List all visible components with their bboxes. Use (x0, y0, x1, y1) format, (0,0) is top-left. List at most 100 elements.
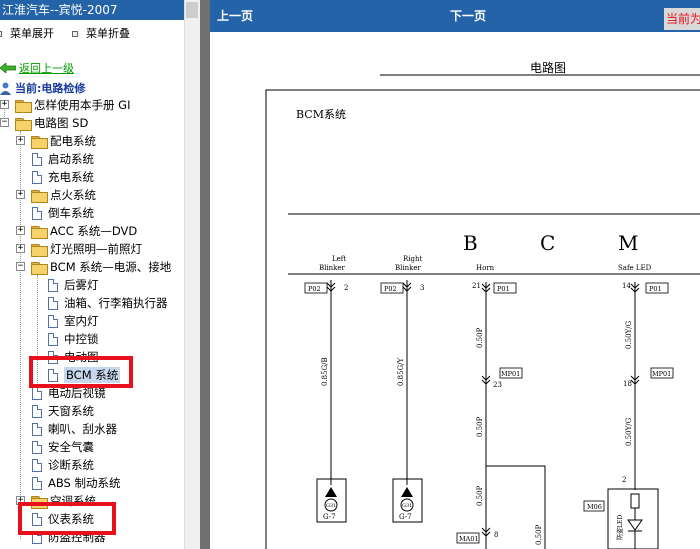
svg-text:2: 2 (344, 284, 348, 292)
svg-text:0.50P: 0.50P (476, 485, 484, 506)
svg-text:P01: P01 (497, 285, 510, 293)
document-icon (32, 458, 42, 472)
back-arrow-icon (0, 62, 17, 74)
expand-toggle-icon[interactable]: + (0, 100, 9, 109)
collapse-icon (72, 31, 78, 37)
tree-item-airbag[interactable]: 安全气囊 (32, 438, 94, 456)
system-label: BCM系统 (296, 108, 346, 121)
navigation-pane: 江淮汽车--宾悦-2007 菜单展开 菜单折叠 返回上一级 当前:电路检修 + … (0, 0, 184, 549)
document-icon (32, 440, 42, 454)
highlight-box-instrument (18, 502, 116, 535)
svg-text:G-7: G-7 (399, 513, 412, 521)
tree-item-bcm-power-ground[interactable]: − BCM 系统—电源、接地 (16, 258, 171, 276)
svg-text:3: 3 (420, 284, 424, 292)
collapse-menu-button[interactable]: 菜单折叠 (72, 27, 130, 41)
label-left-blinker-2: Blinker (319, 264, 346, 272)
svg-text:0.50P: 0.50P (476, 327, 484, 348)
highlight-box-bcm (29, 356, 133, 388)
document-icon (48, 296, 58, 310)
nav-scrollbar[interactable] (184, 0, 200, 549)
document-icon (48, 278, 58, 292)
document-icon (32, 152, 42, 166)
current-location: 当前:电路检修 (0, 80, 85, 96)
tree-item-how-to-use[interactable]: + 怎样使用本手册 GI (0, 96, 130, 114)
tree-item-abs[interactable]: ABS 制动系统 (32, 474, 121, 492)
folder-open-icon (15, 117, 32, 131)
user-icon (0, 82, 11, 95)
svg-text:14: 14 (622, 282, 631, 290)
document-icon (48, 314, 58, 328)
bcm-letter-b: B (463, 231, 478, 255)
tree-item-starting[interactable]: 启动系统 (32, 150, 94, 168)
svg-text:G31: G31 (326, 503, 336, 509)
collapse-toggle-icon[interactable]: − (0, 118, 9, 127)
folder-icon (31, 189, 48, 203)
document-icon (32, 404, 42, 418)
svg-text:防盗LED: 防盗LED (616, 515, 624, 540)
tree-item-fuel-trunk-actuator[interactable]: 油箱、行李箱执行器 (48, 294, 168, 312)
label-horn: Horn (476, 264, 495, 272)
ground-symbol-right: G31 G-7 (392, 478, 423, 523)
tree-item-horn-wiper[interactable]: 喇叭、刮水器 (32, 420, 117, 438)
folder-icon (31, 243, 48, 257)
document-icon (32, 422, 42, 436)
pane-splitter[interactable] (200, 0, 210, 549)
svg-text:G31: G31 (402, 503, 412, 509)
label-right-blinker-2: Blinker (395, 264, 422, 272)
bcm-letter-c: C (540, 231, 555, 255)
tree-item-rear-fog[interactable]: 后雾灯 (48, 276, 99, 294)
expand-toggle-icon[interactable]: + (16, 136, 25, 145)
expand-menu-button[interactable]: 菜单展开 (0, 27, 54, 41)
folder-icon (31, 225, 48, 239)
tree-item-diagnosis[interactable]: 诊断系统 (32, 456, 94, 474)
nav-scrollbar-thumb[interactable] (186, 2, 198, 18)
manual-title: 江淮汽车--宾悦-2007 (0, 0, 184, 20)
label-left-blinker-1: Left (332, 255, 346, 263)
svg-text:0.50Y/G: 0.50Y/G (625, 320, 633, 349)
anti-theft-led-block: 防盗LED (607, 488, 659, 549)
svg-text:18: 18 (623, 380, 632, 388)
svg-text:P01: P01 (649, 285, 662, 293)
svg-text:21: 21 (472, 282, 481, 290)
svg-text:23: 23 (493, 381, 502, 389)
tree-item-power-distribution[interactable]: + 配电系统 (16, 132, 96, 150)
tree-item-circuit-diagrams[interactable]: − 电路图 SD (0, 114, 88, 132)
expand-toggle-icon[interactable]: + (16, 226, 25, 235)
label-safe-led: Safe LED (618, 264, 652, 272)
svg-text:0.85G/Y: 0.85G/Y (397, 357, 405, 386)
svg-text:0.50P: 0.50P (535, 524, 543, 545)
svg-text:0.50Y/G: 0.50Y/G (625, 417, 633, 446)
tree-item-charging[interactable]: 充电系统 (32, 168, 94, 186)
tree-item-acc-dvd[interactable]: + ACC 系统—DVD (16, 222, 137, 240)
svg-text:0.85G/B: 0.85G/B (321, 357, 329, 386)
expand-icon (0, 31, 2, 37)
svg-text:G-7: G-7 (323, 513, 336, 521)
back-link[interactable]: 返回上一级 (19, 60, 74, 76)
svg-text:MP01: MP01 (501, 370, 520, 378)
document-icon (32, 476, 42, 490)
svg-text:M06: M06 (587, 503, 602, 511)
folder-icon (31, 135, 48, 149)
tree-item-central-lock[interactable]: 中控锁 (48, 330, 99, 348)
tree-item-interior-lamp[interactable]: 室内灯 (48, 312, 99, 330)
pin-numbers: 2 3 21 14 23 18 8 2 (344, 282, 632, 539)
svg-text:0.50P: 0.50P (476, 416, 484, 437)
folder-open-icon (31, 261, 48, 275)
tree-item-lighting-headlamp[interactable]: + 灯光照明—前照灯 (16, 240, 142, 258)
connector-tags: P02 P02 P01 P01 MP01 MP01 M06 MA01 (304, 282, 674, 544)
expand-toggle-icon[interactable]: + (16, 190, 25, 199)
svg-text:8: 8 (494, 531, 498, 539)
back-link-row[interactable]: 返回上一级 (0, 61, 74, 75)
content-pane: 上一页 下一页 当前为 电路图 BCM系统 B C M Left Blinker… (210, 0, 700, 549)
expand-toggle-icon[interactable]: + (16, 244, 25, 253)
bcm-letter-m: M (618, 231, 638, 255)
tree-item-reversing[interactable]: 倒车系统 (32, 204, 94, 222)
svg-text:P02: P02 (308, 285, 321, 293)
circuit-diagram: BCM系统 B C M Left Blinker Right Blinker H… (265, 74, 700, 549)
collapse-toggle-icon[interactable]: − (16, 262, 25, 271)
tree-item-ignition[interactable]: + 点火系统 (16, 186, 96, 204)
svg-text:2: 2 (622, 476, 626, 484)
tree-item-sunroof[interactable]: 天窗系统 (32, 402, 94, 420)
folder-icon (15, 99, 32, 113)
svg-text:MA01: MA01 (459, 535, 479, 543)
